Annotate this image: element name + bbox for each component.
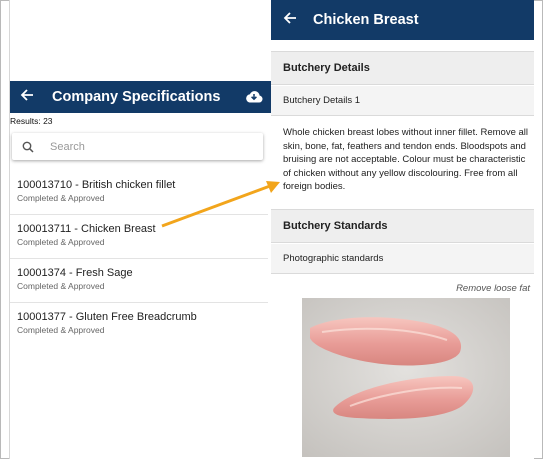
app-bar-chicken-breast: Chicken Breast	[271, 0, 534, 40]
item-status: Completed & Approved	[17, 237, 105, 247]
item-status: Completed & Approved	[17, 281, 105, 291]
search-icon	[22, 141, 34, 153]
page-title: Company Specifications	[52, 89, 221, 105]
item-name: 10001374 - Fresh Sage	[17, 267, 133, 279]
subheading-text: Butchery Details 1	[283, 95, 361, 106]
back-arrow-icon[interactable]	[20, 88, 36, 106]
search-input[interactable]	[48, 139, 242, 154]
cloud-download-icon[interactable]	[245, 89, 263, 103]
detail-title: Chicken Breast	[313, 12, 419, 28]
butchery-standards-heading: Butchery Standards	[271, 209, 534, 243]
back-arrow-icon[interactable]	[283, 11, 299, 29]
item-name: 10001377 - Gluten Free Breadcrumb	[17, 311, 197, 323]
subheading-text: Photographic standards	[283, 253, 384, 264]
section-heading-text: Butchery Details	[283, 62, 370, 74]
app-bar-company-specifications: Company Specifications	[10, 81, 271, 113]
list-item[interactable]: 100013710 - British chicken fillet Compl…	[10, 171, 268, 215]
chicken-breast-photo	[302, 298, 510, 457]
item-status: Completed & Approved	[17, 193, 105, 203]
photo-caption: Remove loose fat	[456, 283, 530, 294]
item-status: Completed & Approved	[17, 325, 105, 335]
item-name: 100013710 - British chicken fillet	[17, 179, 176, 191]
specification-list: 100013710 - British chicken fillet Compl…	[10, 171, 268, 346]
results-count: Results: 23	[10, 116, 53, 126]
section-heading-text: Butchery Standards	[283, 220, 388, 232]
butchery-description: Whole chicken breast lobes without inner…	[283, 127, 529, 193]
photographic-standards-row: Photographic standards	[271, 244, 534, 274]
butchery-details-subheading: Butchery Details 1	[271, 86, 534, 116]
list-item[interactable]: 10001374 - Fresh Sage Completed & Approv…	[10, 259, 268, 303]
butchery-details-heading: Butchery Details	[271, 51, 534, 85]
list-item[interactable]: 100013711 - Chicken Breast Completed & A…	[10, 215, 268, 259]
item-name: 100013711 - Chicken Breast	[17, 223, 156, 235]
search-box[interactable]	[12, 133, 263, 160]
list-item[interactable]: 10001377 - Gluten Free Breadcrumb Comple…	[10, 303, 268, 346]
